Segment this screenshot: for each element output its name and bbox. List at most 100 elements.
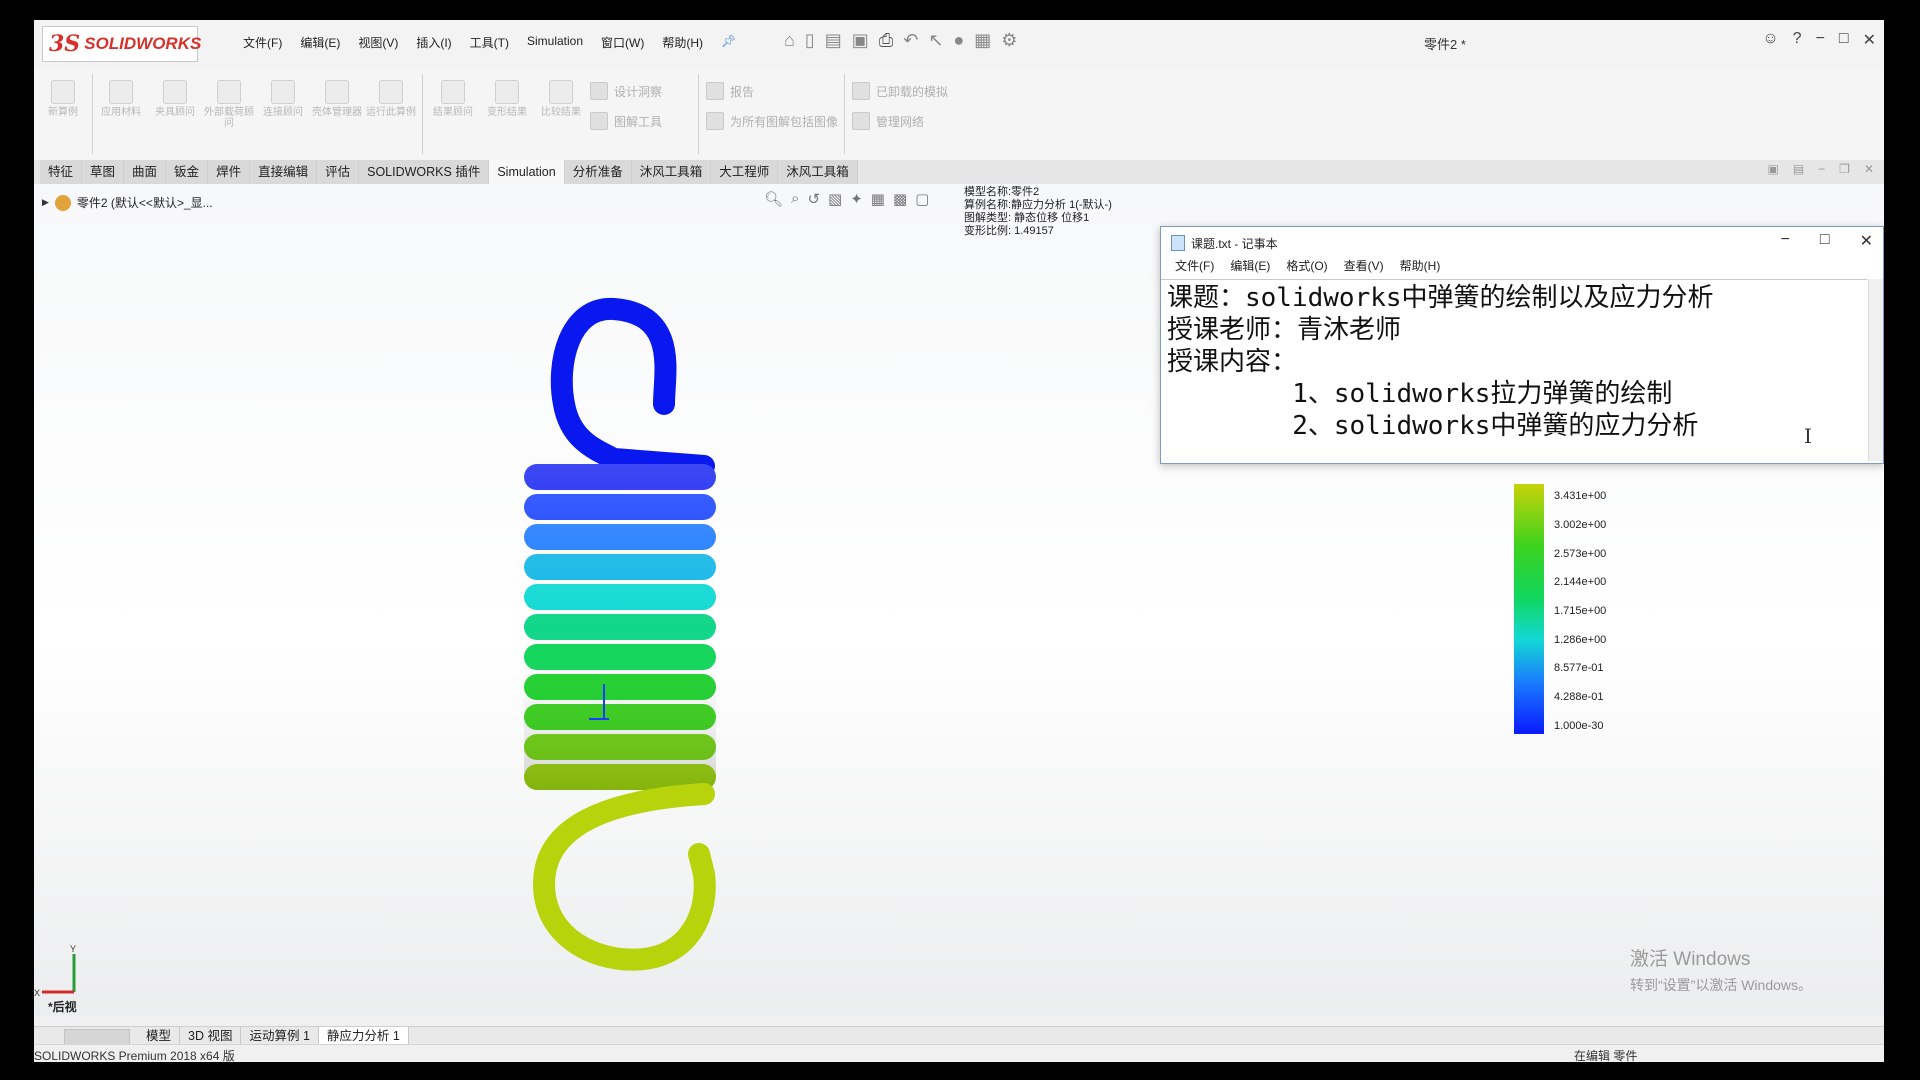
zoom-area-icon[interactable]: ⌕ <box>791 190 799 208</box>
tile-view-icon[interactable]: ▤ <box>1793 162 1804 176</box>
rebuild-icon[interactable]: ● <box>953 30 964 51</box>
compare-icon <box>549 80 573 104</box>
menu-insert[interactable]: 插入(I) <box>407 34 460 51</box>
menu-view[interactable]: 视图(V) <box>349 34 407 51</box>
tab-features[interactable]: 特征 <box>40 160 83 184</box>
report-tool[interactable]: 报告 <box>706 82 754 100</box>
connections-advisor-tool[interactable]: 连接顾问 <box>258 80 308 118</box>
previous-view-icon[interactable]: ↺ <box>807 190 820 208</box>
new-study-tool[interactable]: 新算例 <box>38 80 88 118</box>
apply-material-tool[interactable]: 应用材料 <box>96 80 146 118</box>
manage-network-tool[interactable]: 管理网络 <box>852 112 924 130</box>
view-orientation-icon[interactable]: ▦ <box>871 190 885 208</box>
top-hook <box>550 297 715 477</box>
expand-arrow-icon[interactable]: ▶ <box>42 197 49 208</box>
menu-help[interactable]: 帮助(H) <box>653 34 712 51</box>
command-tabs: 特征 草图 曲面 钣金 焊件 直接编辑 评估 SOLIDWORKS 插件 Sim… <box>34 160 1884 185</box>
tab-3d-views[interactable]: 3D 视图 <box>180 1027 242 1045</box>
tab-simulation[interactable]: Simulation <box>489 160 565 184</box>
view-settings-icon[interactable]: ▢ <box>915 190 929 208</box>
menu-view[interactable]: 查看(V) <box>1336 257 1392 277</box>
tab-analysis-prep[interactable]: 分析准备 <box>564 160 632 184</box>
compare-results-tool[interactable]: 比较结果 <box>536 80 586 118</box>
deformed-result-tool[interactable]: 变形结果 <box>482 80 532 118</box>
close-icon[interactable]: ✕ <box>1860 231 1873 251</box>
minimize-icon[interactable]: − <box>1816 30 1825 50</box>
notepad-title-bar[interactable]: 课题.txt - 记事本 − □ ✕ <box>1161 227 1883 257</box>
close-doc-icon[interactable]: ✕ <box>1864 162 1874 176</box>
pin-icon[interactable]: 📌︎ <box>712 34 745 51</box>
new-document-icon[interactable]: ▯ <box>805 30 815 51</box>
results-advisor-tool[interactable]: 结果顾问 <box>428 80 478 118</box>
zoom-fit-icon[interactable]: 🔍︎ <box>764 190 783 208</box>
file-properties-icon[interactable]: ▦ <box>974 30 991 51</box>
status-product: SOLIDWORKS Premium 2018 x64 版 <box>34 1049 235 1062</box>
tab-direct-editing[interactable]: 直接编辑 <box>250 160 318 184</box>
tool-label: 运行此算例 <box>366 107 416 118</box>
notepad-scrollbar[interactable] <box>1868 279 1883 461</box>
minimize-doc-icon[interactable]: − <box>1818 162 1825 176</box>
notepad-title: 课题.txt - 记事本 <box>1191 237 1278 251</box>
tab-navigation-arrows[interactable] <box>64 1029 130 1045</box>
print-icon[interactable]: ⎙ <box>879 30 893 51</box>
external-loads-tool[interactable]: 外部载荷顾问 <box>204 80 254 129</box>
menu-file[interactable]: 文件(F) <box>234 34 291 51</box>
menu-help[interactable]: 帮助(H) <box>1392 257 1449 277</box>
open-folder-icon[interactable]: ▤ <box>825 30 842 51</box>
tab-surfaces[interactable]: 曲面 <box>124 160 167 184</box>
tab-static-study[interactable]: 静应力分析 1 <box>318 1027 409 1045</box>
section-view-icon[interactable]: ▧ <box>828 190 842 208</box>
minimize-icon[interactable]: − <box>1781 231 1790 251</box>
solidworks-logo[interactable]: 3S SOLIDWORKS <box>42 26 201 62</box>
notepad-text-area[interactable]: 课题：solidworks中弹簧的绘制以及应力分析 授课老师：青沐老师 授课内容： … <box>1161 279 1867 461</box>
spring-model[interactable] <box>504 274 764 974</box>
menu-tools[interactable]: 工具(T) <box>461 34 518 51</box>
save-icon[interactable]: ▣ <box>852 30 869 51</box>
help-icon[interactable]: ? <box>1793 30 1802 50</box>
maximize-icon[interactable]: □ <box>1820 231 1830 251</box>
tab-big-engineer[interactable]: 大工程师 <box>711 160 779 184</box>
menu-edit[interactable]: 编辑(E) <box>291 34 349 51</box>
menu-window[interactable]: 窗口(W) <box>592 34 653 51</box>
plot-tools-tool[interactable]: 图解工具 <box>590 112 662 130</box>
shell-manager-tool[interactable]: 壳体管理器 <box>312 80 362 118</box>
network-icon <box>852 112 870 130</box>
tool-label: 连接顾问 <box>263 107 303 118</box>
notepad-icon <box>1171 235 1185 251</box>
offloaded-simulation-tool[interactable]: 已卸载的模拟 <box>852 82 948 100</box>
home-icon[interactable]: ⌂ <box>784 30 795 51</box>
maximize-icon[interactable]: □ <box>1839 30 1849 50</box>
design-insight-tool[interactable]: 设计洞察 <box>590 82 662 100</box>
plot-type: 图解类型: 静态位移 位移1 <box>964 212 1090 224</box>
tab-weldments[interactable]: 焊件 <box>208 160 251 184</box>
menu-format[interactable]: 格式(O) <box>1278 257 1335 277</box>
tab-addins[interactable]: SOLIDWORKS 插件 <box>359 160 490 184</box>
options-gear-icon[interactable]: ⚙ <box>1001 30 1017 51</box>
menu-file[interactable]: 文件(F) <box>1167 257 1222 277</box>
tab-mufeng-toolbox-2[interactable]: 沐风工具箱 <box>778 160 858 184</box>
fixtures-advisor-tool[interactable]: 夹具顾问 <box>150 80 200 118</box>
feature-tree-root[interactable]: ▶ 零件2 (默认<<默认>_显... <box>42 194 213 211</box>
menu-simulation[interactable]: Simulation <box>518 34 592 51</box>
windows-activation-watermark: 激活 Windows 转到“设置”以激活 Windows。 <box>1630 944 1812 995</box>
undo-icon[interactable]: ↶ <box>903 30 918 51</box>
include-image-tool[interactable]: 为所有图解包括图像 <box>706 112 838 130</box>
tab-mufeng-toolbox[interactable]: 沐风工具箱 <box>631 160 712 184</box>
tool-label: 变形结果 <box>487 107 527 118</box>
close-icon[interactable]: ✕ <box>1863 30 1876 50</box>
dynamic-annotation-icon[interactable]: ✦ <box>850 190 863 208</box>
tab-sheet-metal[interactable]: 钣金 <box>166 160 209 184</box>
display-style-icon[interactable]: ▩ <box>893 190 907 208</box>
tab-motion-study[interactable]: 运动算例 1 <box>241 1027 319 1045</box>
offload-icon <box>852 82 870 100</box>
tab-sketch[interactable]: 草图 <box>82 160 125 184</box>
split-view-icon[interactable]: ▣ <box>1767 162 1778 176</box>
run-study-tool[interactable]: 运行此算例 <box>366 80 416 118</box>
tab-evaluate[interactable]: 评估 <box>317 160 360 184</box>
user-icon[interactable]: ☺ <box>1762 30 1778 50</box>
tab-model[interactable]: 模型 <box>138 1027 181 1045</box>
select-icon[interactable]: ↖ <box>928 30 943 51</box>
restore-doc-icon[interactable]: ❐ <box>1839 162 1850 176</box>
notepad-window[interactable]: 课题.txt - 记事本 − □ ✕ 文件(F) 编辑(E) 格式(O) 查看(… <box>1160 226 1884 464</box>
menu-edit[interactable]: 编辑(E) <box>1222 257 1278 277</box>
